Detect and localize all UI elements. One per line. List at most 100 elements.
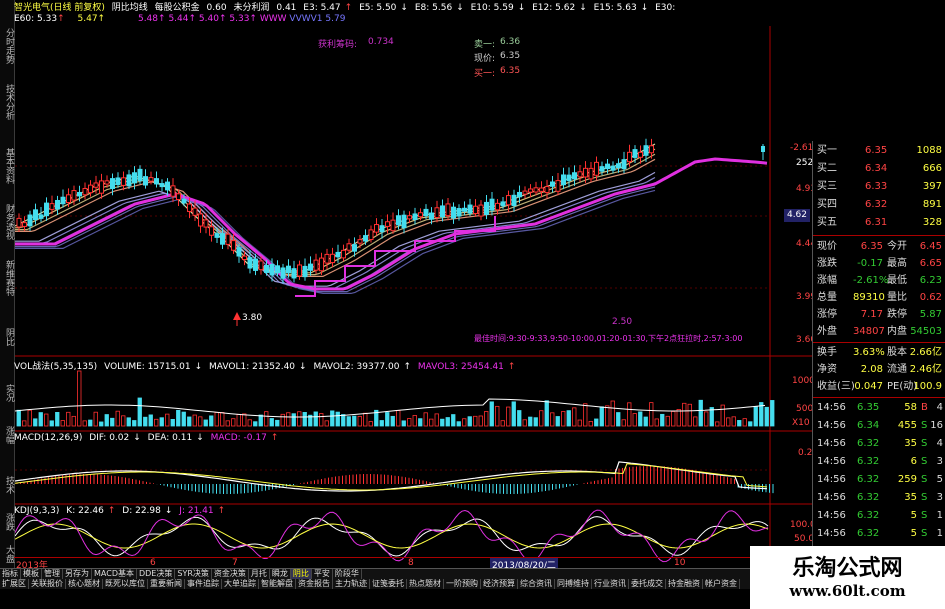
tab-item[interactable]: MACD基本: [92, 569, 137, 579]
tab-item[interactable]: 平安: [312, 569, 333, 579]
volume-bar: [638, 411, 643, 427]
order-volume: 1088: [916, 145, 942, 156]
volume-bar: [319, 413, 324, 427]
volume-bar: [451, 414, 456, 427]
volume-bar: [390, 415, 395, 427]
tab-item[interactable]: 管理: [42, 569, 63, 579]
volume-bar: [121, 415, 126, 427]
tab-item[interactable]: 模板: [21, 569, 42, 579]
sidebar-tab-caiwu[interactable]: 财务透视: [0, 196, 14, 248]
candle-body: [60, 196, 66, 205]
volume-bar: [66, 411, 71, 427]
order-book-row[interactable]: 买一 6.35 1088: [813, 143, 945, 158]
volume-bar: [522, 419, 527, 427]
tab-item[interactable]: 委托成交: [629, 579, 666, 589]
volume-bar: [665, 415, 670, 427]
tab-item[interactable]: 热点题材: [407, 579, 444, 589]
macd-title[interactable]: MACD(12,26,9): [14, 433, 82, 443]
sidebar-tab-dapan[interactable]: 大盘: [0, 542, 14, 566]
tab-item[interactable]: 阶段华: [333, 569, 362, 579]
tab-item[interactable]: 月托: [249, 569, 270, 579]
tab-item[interactable]: 阴比: [290, 569, 312, 579]
tab-item[interactable]: 大单追踪: [222, 579, 259, 589]
tab-item[interactable]: 综合资讯: [518, 579, 555, 589]
candle-body: [55, 199, 60, 210]
tab-item[interactable]: 重要新闻: [148, 579, 185, 589]
candle-body: [511, 194, 517, 207]
volume-bar: [357, 415, 362, 427]
main-chart[interactable]: [15, 26, 812, 568]
order-volume: 666: [922, 163, 942, 174]
tick-count: 3: [936, 492, 943, 503]
quote-label: 量比: [887, 292, 907, 303]
volume-bar: [77, 370, 82, 427]
sidebar-tab-shikuang[interactable]: 实况: [0, 378, 14, 408]
volume-bar: [16, 409, 21, 427]
sidebar-tab-jiben[interactable]: 基本资料: [0, 140, 14, 192]
tab-item[interactable]: 资金决策: [212, 569, 249, 579]
sidebar-tab-zhangdie[interactable]: 涨跌: [0, 510, 14, 534]
kdj-title[interactable]: KDJ(9,3,3): [14, 506, 59, 516]
panel-divider: [813, 397, 945, 398]
tab-item[interactable]: 持金融资: [666, 579, 703, 589]
tab-item[interactable]: 证笺委托: [370, 579, 407, 589]
mid-label: 2.50: [612, 317, 633, 327]
candle-body: [181, 198, 187, 204]
volume-bar: [550, 412, 555, 427]
tick-price: 6.32: [857, 492, 880, 503]
quote-value: 6.35: [860, 241, 883, 252]
vol-title[interactable]: VOL战法(5,35,135): [14, 362, 97, 372]
tab-item[interactable]: 主力轨迹: [333, 579, 370, 589]
volume-bar: [621, 419, 626, 427]
tab-item[interactable]: DDE决策: [137, 569, 176, 579]
stat-value: 2.08: [860, 364, 883, 375]
order-book-row[interactable]: 买二 6.34 666: [813, 161, 945, 176]
tick-time: 14:56: [817, 492, 846, 503]
stock-title[interactable]: 智光电气(日线 前复权): [14, 3, 105, 13]
tab-item[interactable]: 一阶预购: [444, 579, 481, 589]
tab-item[interactable]: 瞬龙: [270, 569, 291, 579]
volume-bar: [412, 415, 417, 427]
tab-item[interactable]: 资金报告: [296, 579, 333, 589]
volume-bar: [385, 412, 390, 427]
tab-item[interactable]: 指标: [0, 569, 21, 579]
chip-label: 获利筹码:: [318, 40, 358, 50]
candle-body: [330, 253, 335, 264]
sidebar-tab-zhangfu[interactable]: 涨幅: [0, 420, 14, 450]
sidebar-tab-xinwei[interactable]: 新维赛特: [0, 252, 14, 304]
sidebar-tab-fenshi[interactable]: 分时走势: [0, 20, 14, 72]
tab-item[interactable]: 同搏维持: [555, 579, 592, 589]
candle-body: [451, 206, 456, 219]
tab-item[interactable]: 经济预算: [481, 579, 518, 589]
sidebar-tab-yinbi[interactable]: 阴比: [0, 322, 14, 352]
sidebar-tab-jishu[interactable]: 技术分析: [0, 76, 14, 128]
order-book-row[interactable]: 买四 6.32 891: [813, 197, 945, 212]
macd-dea: DEA: 0.11: [147, 433, 193, 443]
candle-body: [132, 172, 137, 184]
date-oct: 10: [674, 558, 686, 568]
tab-item[interactable]: 另存为: [63, 569, 92, 579]
tab-item[interactable]: SYR决策: [175, 569, 212, 579]
tab-item[interactable]: 关联报价: [29, 579, 66, 589]
tab-item[interactable]: 帐户资金: [703, 579, 740, 589]
order-book-row[interactable]: 买五 6.31 328: [813, 215, 945, 230]
tick-volume: 35: [904, 438, 917, 449]
volume-bar: [214, 411, 219, 427]
tab-item[interactable]: 行业资讯: [592, 579, 629, 589]
tab-item[interactable]: 扩展区: [0, 579, 29, 589]
volume-bar: [610, 400, 615, 427]
volume-bar: [269, 418, 274, 427]
candle-body: [154, 178, 159, 185]
volume-bar: [181, 411, 186, 427]
watermark-title: 乐淘公式网: [792, 555, 903, 581]
sidebar-tab-jishu2[interactable]: 技术: [0, 470, 14, 500]
volume-bar: [423, 412, 428, 427]
order-book-row[interactable]: 买三 6.33 397: [813, 179, 945, 194]
candle-body: [71, 190, 77, 201]
tab-item[interactable]: 智能解盘: [259, 579, 296, 589]
ma-line: [15, 182, 656, 291]
tab-item[interactable]: 事件追踪: [185, 579, 222, 589]
tab-item[interactable]: 核心题材: [66, 579, 103, 589]
tab-item[interactable]: 既死以库位: [103, 579, 148, 589]
volume-bar: [187, 416, 192, 427]
